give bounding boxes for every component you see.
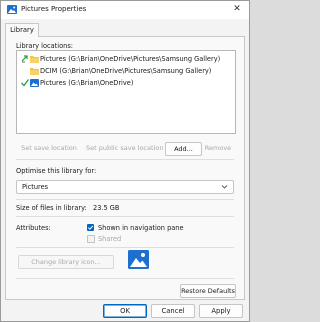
- close-button[interactable]: ✕: [227, 2, 247, 17]
- location-text: DCIM (G:\Brian\OneDrive\Pictures\Samsung…: [40, 67, 212, 75]
- location-text: Pictures (G:\Brian\OneDrive\Pictures\Sam…: [40, 55, 221, 63]
- tab-library[interactable]: Library: [5, 23, 39, 37]
- add-button[interactable]: Add...: [165, 142, 202, 156]
- divider: [16, 278, 234, 279]
- pictures-library-icon: [7, 5, 17, 14]
- folder-icon: [30, 55, 39, 63]
- shown-in-nav-checkbox[interactable]: [87, 224, 94, 231]
- library-locations-label: Library locations:: [16, 42, 73, 50]
- attributes-label: Attributes:: [16, 224, 51, 232]
- cancel-button[interactable]: Cancel: [151, 304, 195, 318]
- list-item[interactable]: DCIM (G:\Brian\OneDrive\Pictures\Samsung…: [17, 65, 235, 77]
- list-item[interactable]: Pictures (G:\Brian\OneDrive): [17, 77, 235, 89]
- shared-checkbox[interactable]: [87, 235, 95, 243]
- location-text: Pictures (G:\Brian\OneDrive): [40, 79, 134, 87]
- optimise-dropdown[interactable]: Pictures: [16, 180, 234, 194]
- divider: [16, 247, 234, 248]
- ok-button[interactable]: OK: [103, 304, 147, 318]
- optimise-label: Optimise this library for:: [16, 167, 97, 175]
- chevron-down-icon: [221, 184, 228, 190]
- change-library-icon-button[interactable]: Change library icon...: [18, 255, 114, 269]
- title-bar: Pictures Properties ✕: [1, 1, 249, 19]
- list-item[interactable]: Pictures (G:\Brian\OneDrive\Pictures\Sam…: [17, 53, 235, 65]
- save-location-arrow-icon: [21, 54, 29, 63]
- remove-button[interactable]: Remove: [203, 142, 233, 154]
- size-label: Size of files in library:: [16, 204, 87, 212]
- pictures-library-icon: [30, 79, 39, 87]
- checkmark-icon: [21, 78, 30, 87]
- divider: [16, 199, 234, 200]
- optimise-selected-value: Pictures: [22, 183, 49, 191]
- library-tab-panel: Library locations: Pictures (G:\Brian\On…: [5, 36, 245, 300]
- set-save-location-button[interactable]: Set save location: [18, 142, 80, 154]
- shared-label: Shared: [98, 235, 122, 243]
- apply-button[interactable]: Apply: [199, 304, 243, 318]
- library-icon-preview: [128, 250, 149, 269]
- set-public-save-location-button[interactable]: Set public save location: [86, 142, 163, 154]
- divider: [16, 159, 234, 160]
- window-title: Pictures Properties: [21, 5, 87, 13]
- restore-defaults-button[interactable]: Restore Defaults: [180, 284, 236, 298]
- shown-in-nav-label: Shown in navigation pane: [98, 224, 184, 232]
- divider: [16, 216, 234, 217]
- library-locations-list[interactable]: Pictures (G:\Brian\OneDrive\Pictures\Sam…: [16, 50, 236, 134]
- size-value: 23.5 GB: [93, 204, 120, 212]
- folder-icon: [30, 67, 39, 75]
- properties-window: Pictures Properties ✕ Library Library lo…: [0, 0, 250, 322]
